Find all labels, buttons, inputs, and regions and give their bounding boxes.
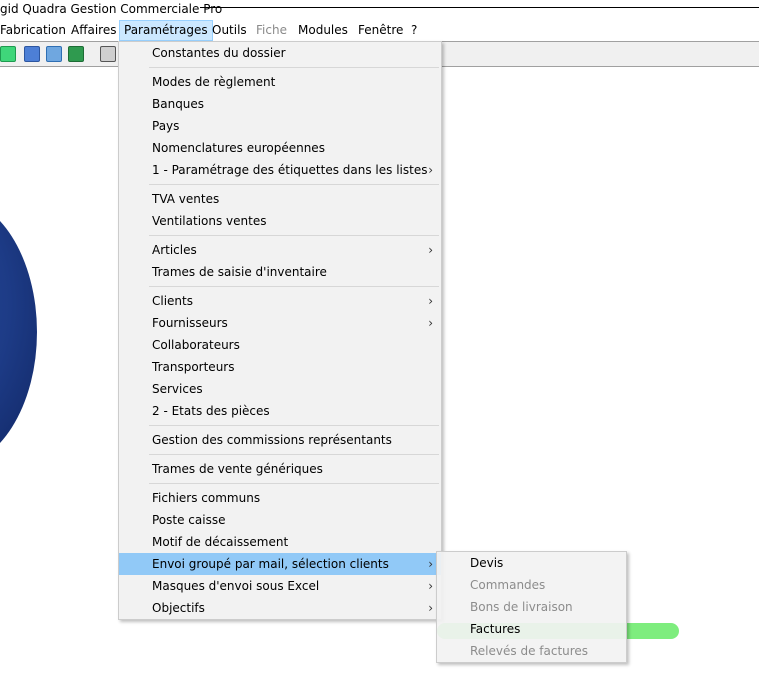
menu-item-services[interactable]: Services xyxy=(119,378,441,400)
menu-item-masques-excel[interactable]: Masques d'envoi sous Excel › xyxy=(119,575,441,597)
menu-item-clients[interactable]: Clients › xyxy=(119,290,441,312)
menu-separator xyxy=(119,283,441,290)
excel-icon[interactable] xyxy=(68,46,84,62)
menu-parametrages[interactable]: Paramétrages xyxy=(119,20,213,41)
menu-item-poste-caisse[interactable]: Poste caisse xyxy=(119,509,441,531)
document-icon[interactable] xyxy=(24,46,40,62)
submenu-item-bons-livraison[interactable]: Bons de livraison xyxy=(437,596,626,618)
menu-item-fichiers-communs[interactable]: Fichiers communs xyxy=(119,487,441,509)
menu-bar: Fabrication Affaires Paramétrages Outils… xyxy=(0,19,759,41)
parametrages-dropdown: Constantes du dossier Modes de règlement… xyxy=(118,41,442,620)
menu-item-collaborateurs[interactable]: Collaborateurs xyxy=(119,334,441,356)
submenu-arrow-icon: › xyxy=(428,243,433,257)
menu-separator xyxy=(119,422,441,429)
envoi-groupe-submenu: Devis Commandes Bons de livraison Factur… xyxy=(436,551,627,663)
menu-separator xyxy=(119,480,441,487)
menu-item-articles[interactable]: Articles › xyxy=(119,239,441,261)
menu-separator xyxy=(119,181,441,188)
menu-item-transporteurs[interactable]: Transporteurs xyxy=(119,356,441,378)
submenu-arrow-icon: › xyxy=(428,601,433,615)
menu-fabrication[interactable]: Fabrication xyxy=(0,21,70,40)
background-graphic xyxy=(0,197,37,467)
menu-item-etats-pieces[interactable]: 2 - Etats des pièces xyxy=(119,400,441,422)
chart-icon[interactable] xyxy=(46,46,62,62)
menu-separator xyxy=(119,232,441,239)
title-bar-border xyxy=(200,7,759,8)
menu-item-tva-ventes[interactable]: TVA ventes xyxy=(119,188,441,210)
menu-item-motif-decaissement[interactable]: Motif de décaissement xyxy=(119,531,441,553)
menu-item-commissions[interactable]: Gestion des commissions représentants xyxy=(119,429,441,451)
menu-modules[interactable]: Modules xyxy=(294,21,352,40)
menu-item-fournisseurs[interactable]: Fournisseurs › xyxy=(119,312,441,334)
submenu-arrow-icon: › xyxy=(428,163,433,177)
menu-help[interactable]: ? xyxy=(407,21,421,40)
menu-outils[interactable]: Outils xyxy=(208,21,251,40)
submenu-item-factures[interactable]: Factures xyxy=(437,618,626,640)
menu-item-trames-inventaire[interactable]: Trames de saisie d'inventaire xyxy=(119,261,441,283)
menu-affaires[interactable]: Affaires xyxy=(67,21,120,40)
submenu-arrow-icon: › xyxy=(428,579,433,593)
menu-item-banques[interactable]: Banques xyxy=(119,93,441,115)
submenu-item-devis[interactable]: Devis xyxy=(437,552,626,574)
menu-fiche[interactable]: Fiche xyxy=(252,21,291,40)
menu-item-envoi-groupe[interactable]: Envoi groupé par mail, sélection clients… xyxy=(119,553,441,575)
menu-fenetre[interactable]: Fenêtre xyxy=(354,21,407,40)
menu-item-constantes[interactable]: Constantes du dossier xyxy=(119,42,441,64)
submenu-arrow-icon: › xyxy=(428,557,433,571)
green-c-icon[interactable] xyxy=(0,46,16,62)
menu-separator xyxy=(119,64,441,71)
submenu-arrow-icon: › xyxy=(428,316,433,330)
submenu-item-commandes[interactable]: Commandes xyxy=(437,574,626,596)
menu-item-pays[interactable]: Pays xyxy=(119,115,441,137)
menu-item-trames-vente[interactable]: Trames de vente génériques xyxy=(119,458,441,480)
menu-item-nomenclatures[interactable]: Nomenclatures européennes xyxy=(119,137,441,159)
print-icon[interactable] xyxy=(100,46,116,62)
menu-item-ventilations-ventes[interactable]: Ventilations ventes xyxy=(119,210,441,232)
menu-separator xyxy=(119,451,441,458)
menu-item-objectifs[interactable]: Objectifs › xyxy=(119,597,441,619)
submenu-item-releves-factures[interactable]: Relevés de factures xyxy=(437,640,626,662)
menu-item-modes-reglement[interactable]: Modes de règlement xyxy=(119,71,441,93)
title-bar: gid Quadra Gestion Commerciale Pro xyxy=(0,0,759,18)
submenu-arrow-icon: › xyxy=(428,294,433,308)
window-title: gid Quadra Gestion Commerciale Pro xyxy=(0,2,223,16)
menu-item-etiquettes[interactable]: 1 - Paramétrage des étiquettes dans les … xyxy=(119,159,441,181)
